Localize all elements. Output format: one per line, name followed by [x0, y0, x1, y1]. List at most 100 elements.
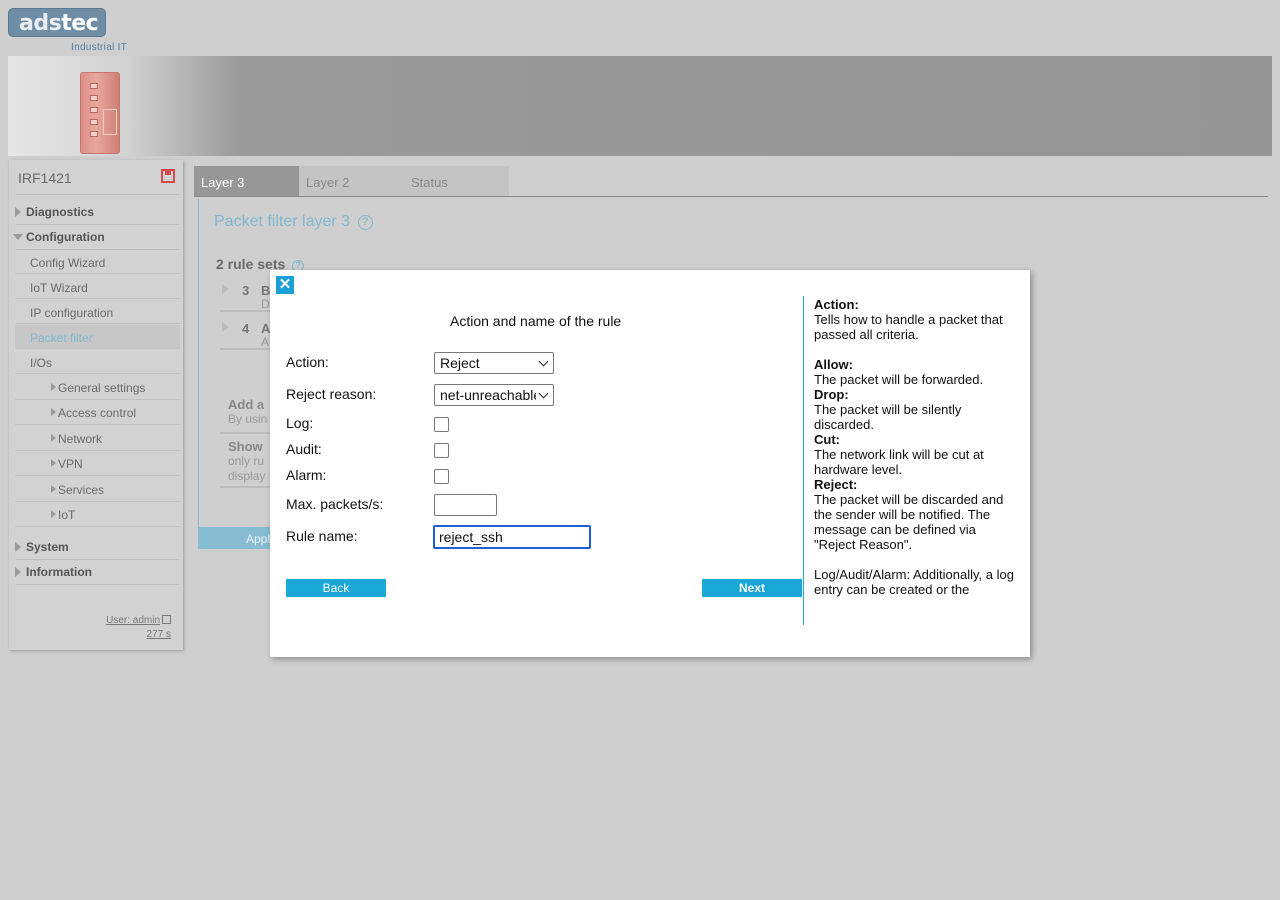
alarm-checkbox[interactable] — [434, 469, 449, 484]
brand-logo: adstec — [8, 8, 106, 37]
sidebar-item-iot[interactable]: IoT — [15, 502, 180, 527]
device-name: IRF1421 — [18, 170, 72, 186]
user-logout-link[interactable]: User: admin — [106, 615, 171, 626]
reject-reason-select[interactable]: net-unreachable — [434, 384, 554, 406]
reject-reason-label: Reject reason: — [286, 386, 377, 402]
max-packets-input[interactable] — [434, 494, 497, 516]
help-text: The network link will be cut at hardware… — [814, 447, 984, 477]
chevron-down-icon — [538, 388, 549, 399]
nav-information-label: Information — [26, 565, 92, 579]
divider — [16, 194, 179, 195]
alarm-label: Alarm: — [286, 467, 327, 483]
divider — [16, 584, 179, 585]
sidebar: IRF1421 Diagnostics Configuration Config… — [9, 160, 183, 650]
action-select[interactable]: Reject — [434, 352, 554, 374]
sidebar-item-label: IoT Wizard — [30, 281, 88, 295]
help-heading: Action: — [814, 297, 859, 312]
nav-configuration-label: Configuration — [26, 230, 105, 244]
tab-layer-2[interactable]: Layer 2 — [299, 166, 404, 196]
sidebar-item-network[interactable]: Network — [15, 426, 180, 451]
nav-diagnostics[interactable]: Diagnostics — [15, 200, 180, 224]
expand-icon — [51, 383, 56, 391]
expand-icon — [51, 408, 56, 416]
log-checkbox[interactable] — [434, 417, 449, 432]
content-border — [198, 199, 199, 529]
rule-set-description: A — [261, 335, 270, 349]
rule-name-input[interactable]: reject_ssh — [433, 525, 591, 549]
audit-checkbox[interactable] — [434, 443, 449, 458]
user-label: User: admin — [106, 615, 160, 626]
tab-status[interactable]: Status — [404, 166, 509, 196]
sidebar-item-ip-configuration[interactable]: IP configuration — [15, 300, 180, 324]
nav-configuration[interactable]: Configuration — [13, 225, 180, 249]
expand-icon — [51, 459, 56, 467]
page-title-text: Packet filter layer 3 — [214, 213, 351, 230]
rule-wizard-dialog: ✕ Action and name of the rule Action: Re… — [270, 270, 1030, 657]
collapse-icon — [13, 234, 23, 240]
expand-icon — [51, 485, 56, 493]
sidebar-item-label: I/Os — [30, 356, 53, 370]
action-label: Action: — [286, 354, 329, 370]
nav-information[interactable]: Information — [15, 560, 180, 584]
nav-diagnostics-label: Diagnostics — [26, 205, 95, 219]
rule-name-label: Rule name: — [286, 528, 358, 544]
next-button[interactable]: Next — [702, 579, 802, 597]
reject-reason-select-value: net-unreachable — [440, 387, 536, 403]
chevron-down-icon — [538, 356, 549, 367]
add-rule-set-title: Add a — [228, 397, 265, 412]
rule-set-number: 4 — [242, 321, 250, 336]
session-timer[interactable]: 277 s — [147, 629, 171, 640]
sidebar-item-label: Packet filter — [30, 331, 93, 345]
expand-icon — [51, 434, 56, 442]
tab-layer-3[interactable]: Layer 3 — [194, 166, 299, 196]
help-text: The packet will be silently discarded. — [814, 402, 962, 432]
sidebar-item-config-wizard[interactable]: Config Wizard — [15, 250, 180, 274]
sidebar-item-label: General settings — [58, 381, 146, 395]
show-rules-description: only ru — [228, 454, 265, 468]
help-panel: Action: Tells how to handle a packet tha… — [814, 297, 1014, 597]
apply-button[interactable]: Appl — [198, 527, 278, 549]
sidebar-item-label: Network — [58, 432, 103, 446]
sidebar-item-services[interactable]: Services — [15, 477, 180, 502]
sidebar-item-vpn[interactable]: VPN — [15, 451, 180, 476]
expand-icon — [222, 322, 229, 332]
save-icon[interactable] — [161, 169, 175, 183]
help-text: The packet will be discarded and the sen… — [814, 492, 1004, 552]
sidebar-item-label: Services — [58, 483, 105, 497]
sidebar-item-access-control[interactable]: Access control — [15, 400, 180, 425]
router-device-image — [74, 66, 126, 154]
help-icon[interactable]: ? — [357, 215, 373, 230]
page-title: Packet filter layer 3 ? — [214, 213, 373, 231]
header-banner — [8, 56, 1272, 156]
nav-system-label: System — [26, 540, 69, 554]
rule-set-name: A — [261, 321, 271, 336]
sidebar-item-iot-wizard[interactable]: IoT Wizard — [15, 275, 180, 299]
help-heading: Cut: — [814, 432, 840, 447]
sidebar-item-label: Access control — [58, 406, 137, 420]
help-text: Tells how to handle a packet that passed… — [814, 312, 1003, 342]
sidebar-item-general-settings[interactable]: General settings — [15, 375, 180, 400]
sidebar-item-label: IP configuration — [30, 306, 114, 320]
sidebar-item-label: Config Wizard — [30, 256, 106, 270]
tab-underline — [194, 196, 1268, 197]
close-icon[interactable]: ✕ — [276, 276, 294, 294]
help-text: The packet will be forwarded. — [814, 372, 984, 387]
dialog-title: Action and name of the rule — [450, 313, 622, 329]
rule-set-name: B — [261, 283, 271, 298]
help-heading: Drop: — [814, 387, 849, 402]
sidebar-item-label: VPN — [58, 457, 83, 471]
show-rules-title: Show — [228, 439, 263, 454]
expand-icon — [15, 207, 21, 217]
nav-system[interactable]: System — [15, 535, 180, 559]
help-divider — [803, 296, 804, 625]
back-button[interactable]: Back — [286, 579, 386, 597]
sidebar-item-packet-filter[interactable]: Packet filter — [15, 325, 180, 349]
expand-icon — [15, 542, 21, 552]
sidebar-item-label: IoT — [58, 508, 76, 522]
expand-icon — [15, 567, 21, 577]
rule-set-description: D — [261, 297, 270, 311]
brand-subtitle: Industrial IT — [71, 42, 128, 53]
add-rule-set-description: By usin — [228, 412, 268, 426]
sidebar-item-ios[interactable]: I/Os — [15, 350, 180, 374]
logout-icon — [162, 615, 171, 624]
